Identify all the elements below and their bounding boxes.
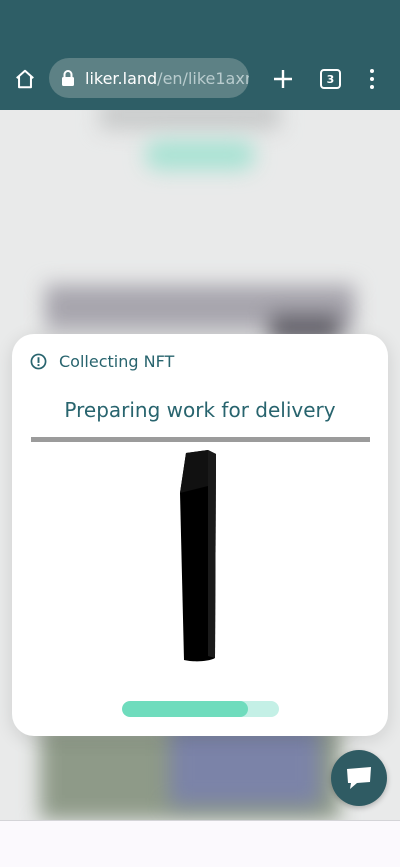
dialog-header: Collecting NFT — [30, 352, 174, 371]
bottom-bar — [0, 820, 400, 867]
new-tab-button[interactable] — [270, 66, 296, 92]
url-path: /en/like1axrl — [157, 68, 249, 88]
home-button[interactable] — [12, 66, 38, 92]
dialog-title: Preparing work for delivery — [64, 398, 336, 422]
plus-icon — [274, 70, 292, 88]
collect-nft-dialog: Collecting NFT Preparing work for delive… — [12, 334, 388, 736]
url-host: liker.land — [85, 68, 158, 88]
browser-toolbar: liker.land/en/like1axrl 3 — [0, 50, 400, 110]
home-icon — [16, 69, 34, 89]
address-bar[interactable]: liker.land/en/like1axrl — [49, 58, 249, 98]
progress-bar — [122, 701, 279, 717]
progress-fill — [122, 701, 248, 717]
status-bar — [0, 0, 400, 50]
blurred-element — [100, 110, 280, 130]
dialog-label: Collecting NFT — [59, 352, 175, 371]
chat-icon — [347, 767, 371, 789]
blurred-button — [145, 140, 255, 170]
tab-switcher-button[interactable]: 3 — [320, 69, 341, 89]
info-icon — [30, 353, 47, 370]
blurred-image — [170, 725, 320, 805]
divider — [31, 437, 370, 442]
lock-icon — [62, 70, 74, 86]
chat-button[interactable] — [331, 750, 387, 806]
tab-count: 3 — [326, 72, 335, 86]
book-illustration — [180, 450, 216, 662]
more-vert-icon[interactable] — [362, 66, 382, 92]
